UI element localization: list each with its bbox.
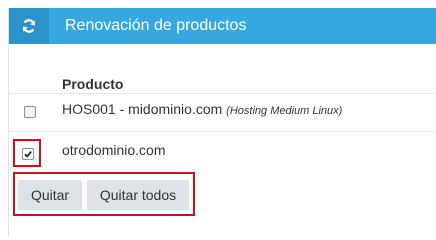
panel-header: Renovación de productos	[9, 8, 436, 44]
product-name: HOS001 - midominio.com	[62, 101, 223, 117]
table-row: HOS001 - midominio.com (Hosting Medium L…	[62, 101, 342, 117]
table-row: otrodominio.com	[62, 142, 166, 158]
remove-all-button[interactable]: Quitar todos	[87, 180, 189, 210]
renewal-panel: Renovación de productos Producto HOS001 …	[8, 8, 436, 237]
header-divider	[9, 93, 436, 94]
panel-title: Renovación de productos	[65, 17, 247, 34]
row-divider	[9, 131, 436, 132]
remove-button[interactable]: Quitar	[18, 180, 82, 210]
row-checkbox-1[interactable]	[24, 106, 36, 118]
column-header-product: Producto	[62, 76, 124, 92]
product-name: otrodominio.com	[62, 142, 166, 158]
product-detail: (Hosting Medium Linux)	[226, 105, 343, 117]
checkmark-icon	[24, 151, 32, 158]
refresh-icon[interactable]	[9, 8, 49, 44]
row-checkbox-2[interactable]	[22, 148, 34, 160]
